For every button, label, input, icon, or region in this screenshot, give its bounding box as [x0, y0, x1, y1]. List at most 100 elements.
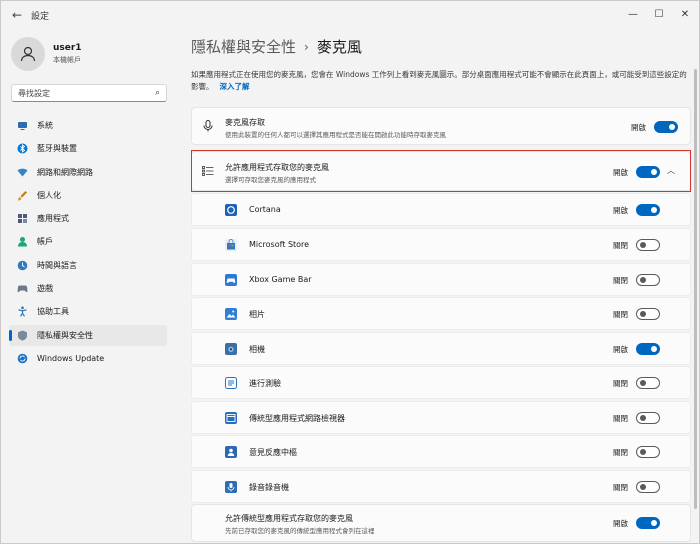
mic-access-card: 麥克風存取 使用此裝置的任何人都可以選擇其應用程式是否能在開啟此功能時存取麥克風… [191, 107, 691, 145]
sidebar-item-personalization[interactable]: 個人化 [9, 185, 167, 206]
description-text: 如果應用程式正在使用您的麥克風，您會在 Windows 工作列上看到麥克風圖示。… [191, 70, 687, 91]
photos-icon [225, 308, 237, 320]
maximize-icon[interactable]: ☐ [645, 5, 673, 23]
sidebar-item-windows-update[interactable]: Windows Update [9, 348, 167, 369]
app-row-xbox-game-bar: Xbox Game Bar 關閉 [191, 263, 691, 296]
desktop-access-toggle[interactable] [636, 517, 660, 529]
microphone-icon [202, 120, 214, 132]
app-toggle[interactable] [636, 377, 660, 389]
sidebar-item-apps[interactable]: 應用程式 [9, 208, 167, 229]
app-row-feedback-hub: 意見反應中樞 關閉 [191, 435, 691, 468]
globe-clock-icon [17, 260, 28, 271]
learn-more-link[interactable]: 深入了解 [220, 82, 250, 91]
app-row-microsoft-store: Microsoft Store 關閉 [191, 228, 691, 261]
close-icon[interactable]: ✕ [671, 5, 699, 23]
xbox-icon [225, 274, 237, 286]
app-toggle[interactable] [636, 274, 660, 286]
app-state: 關閉 [613, 414, 628, 423]
app-name: 錄音錄音機 [249, 483, 289, 492]
back-arrow-icon[interactable]: ← [9, 7, 25, 23]
mic-access-toggle[interactable] [654, 121, 678, 133]
app-name: Cortana [249, 205, 281, 214]
sidebar-item-label: 協助工具 [37, 307, 69, 317]
app-toggle[interactable] [636, 412, 660, 424]
mic-access-title: 麥克風存取 [225, 118, 265, 127]
sidebar-item-label: 藍牙與裝置 [37, 144, 77, 154]
app-name: 相機 [249, 345, 265, 354]
app-toggle[interactable] [636, 343, 660, 355]
settings-window: ← 設定 — ☐ ✕ user1 本機帳戶 尋找設定 ⌕ 系統 藍牙與裝置 網路… [0, 0, 700, 544]
bluetooth-icon [17, 143, 28, 154]
desktop-access-card: 允許傳統型應用程式存取您的麥克風 先前已存取您的麥克風的傳統型應用程式會列在這裡… [191, 504, 691, 542]
avatar[interactable] [11, 37, 45, 71]
app-row-desktop-web-viewer: 傳統型應用程式網路檢視器 關閉 [191, 401, 691, 434]
search-placeholder: 尋找設定 [18, 88, 50, 98]
test-icon [225, 377, 237, 389]
breadcrumb-separator: › [304, 39, 309, 54]
app-name: 進行測驗 [249, 379, 281, 388]
shield-icon [17, 330, 28, 341]
sidebar-item-label: Windows Update [37, 353, 105, 363]
mic-access-subtitle: 使用此裝置的任何人都可以選擇其應用程式是否能在開啟此功能時存取麥克風 [225, 131, 446, 139]
sidebar-item-network[interactable]: 網路和網際網路 [9, 162, 167, 183]
sidebar-item-label: 隱私權與安全性 [37, 330, 93, 340]
app-row-sound-recorder: 錄音錄音機 關閉 [191, 470, 691, 503]
app-row-cortana: Cortana 開啟 [191, 193, 691, 226]
mic-access-state: 開啟 [631, 123, 646, 132]
sidebar-item-time-language[interactable]: 時間與語言 [9, 255, 167, 276]
app-toggle[interactable] [636, 481, 660, 493]
sidebar-item-accounts[interactable]: 帳戶 [9, 231, 167, 252]
app-toggle[interactable] [636, 239, 660, 251]
store-icon [225, 239, 237, 251]
app-name: 意見反應中樞 [249, 448, 297, 457]
desktop-access-subtitle: 先前已存取您的麥克風的傳統型應用程式會列在這裡 [225, 527, 375, 535]
app-row-take-a-test: 進行測驗 關閉 [191, 366, 691, 399]
accessibility-icon [17, 306, 28, 317]
person-icon [17, 236, 28, 247]
sidebar-item-label: 時間與語言 [37, 260, 77, 270]
sidebar-item-label: 帳戶 [37, 237, 53, 247]
title-bar: ← 設定 — ☐ ✕ [1, 1, 699, 29]
feedback-icon [225, 446, 237, 458]
camera-icon [225, 343, 237, 355]
sidebar-item-privacy-security[interactable]: 隱私權與安全性 [9, 324, 167, 346]
app-name: Xbox Game Bar [249, 275, 312, 284]
page-title: 麥克風 [316, 38, 362, 56]
sidebar-item-system[interactable]: 系統 [9, 115, 167, 136]
wifi-icon [17, 167, 28, 178]
app-state: 開啟 [613, 345, 628, 354]
sidebar-item-label: 網路和網際網路 [37, 167, 93, 177]
app-state: 關閉 [613, 276, 628, 285]
sidebar-item-label: 個人化 [37, 190, 61, 200]
search-icon: ⌕ [154, 88, 160, 98]
update-icon [17, 353, 28, 364]
recorder-icon [225, 481, 237, 493]
main-content: 隱私權與安全性 › 麥克風 如果應用程式正在使用您的麥克風，您會在 Window… [181, 29, 699, 544]
scrollbar[interactable] [694, 69, 697, 509]
app-toggle[interactable] [636, 308, 660, 320]
app-state: 關閉 [613, 483, 628, 492]
app-name: Microsoft Store [249, 240, 310, 249]
selection-highlight [191, 150, 691, 192]
desktop-access-state: 開啟 [613, 519, 628, 528]
sidebar-item-label: 系統 [37, 121, 53, 130]
breadcrumb: 隱私權與安全性 › 麥克風 [191, 36, 362, 57]
desktop-access-title: 允許傳統型應用程式存取您的麥克風 [225, 514, 353, 523]
app-toggle[interactable] [636, 446, 660, 458]
app-toggle[interactable] [636, 204, 660, 216]
sidebar-item-gaming[interactable]: 遊戲 [9, 278, 167, 299]
app-state: 關閉 [613, 379, 628, 388]
app-state: 關閉 [613, 310, 628, 319]
sidebar-item-accessibility[interactable]: 協助工具 [9, 301, 167, 322]
breadcrumb-parent[interactable]: 隱私權與安全性 [191, 36, 296, 57]
window-title: 設定 [31, 12, 50, 22]
minimize-icon[interactable]: — [619, 5, 647, 23]
sidebar-item-bluetooth[interactable]: 藍牙與裝置 [9, 138, 167, 159]
monitor-icon [17, 120, 28, 131]
app-row-photos: 相片 關閉 [191, 297, 691, 330]
search-input[interactable]: 尋找設定 ⌕ [11, 84, 167, 102]
person-icon [20, 46, 36, 62]
brush-icon [17, 190, 28, 201]
page-description: 如果應用程式正在使用您的麥克風，您會在 Windows 工作列上看到麥克風圖示。… [191, 69, 691, 93]
user-account-type: 本機帳戶 [53, 56, 81, 64]
